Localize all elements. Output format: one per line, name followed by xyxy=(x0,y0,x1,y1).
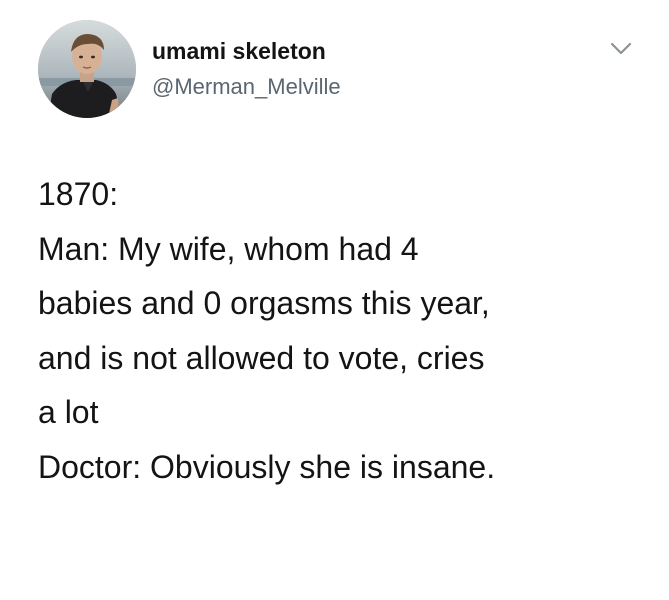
tweet-card: umami skeleton @Merman_Melville 1870: Ma… xyxy=(0,0,669,600)
display-name[interactable]: umami skeleton xyxy=(152,38,326,65)
tweet-text: 1870: Man: My wife, whom had 4 babies an… xyxy=(38,167,638,495)
avatar[interactable] xyxy=(38,20,136,118)
avatar-photo-icon xyxy=(38,20,136,118)
tweet-line: Doctor: Obviously she is insane. xyxy=(38,448,496,485)
tweet-line: babies and 0 orgasms this year, xyxy=(38,285,490,322)
chevron-down-icon[interactable] xyxy=(610,42,632,56)
tweet-line: a lot xyxy=(38,394,99,431)
tweet-line: 1870: xyxy=(38,176,119,212)
user-handle[interactable]: @Merman_Melville xyxy=(152,74,341,100)
tweet-line: Man: My wife, whom had 4 xyxy=(38,230,419,267)
tweet-line: and is not allowed to vote, cries xyxy=(38,339,485,376)
